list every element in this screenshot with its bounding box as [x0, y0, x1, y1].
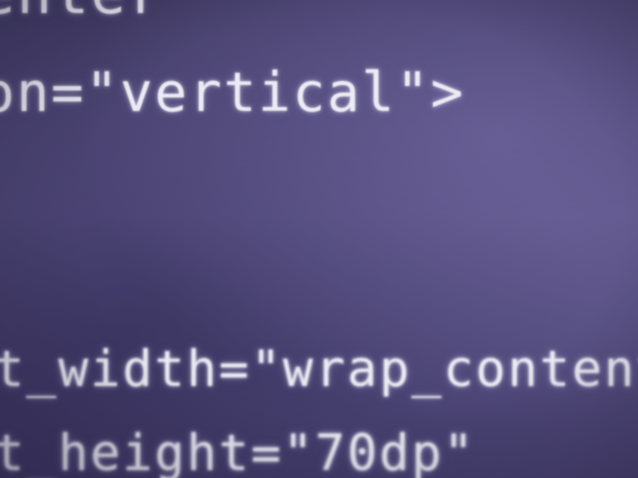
monitor-screen-photo: enter on="vertical"> t_width="wrap_conte…: [0, 0, 638, 478]
code-line-2: on="vertical">: [0, 61, 466, 124]
code-line-4: t_height="70dp": [0, 424, 476, 478]
code-line-3: t_width="wrap_content: [0, 340, 638, 398]
code-line-1: enter: [0, 0, 165, 22]
